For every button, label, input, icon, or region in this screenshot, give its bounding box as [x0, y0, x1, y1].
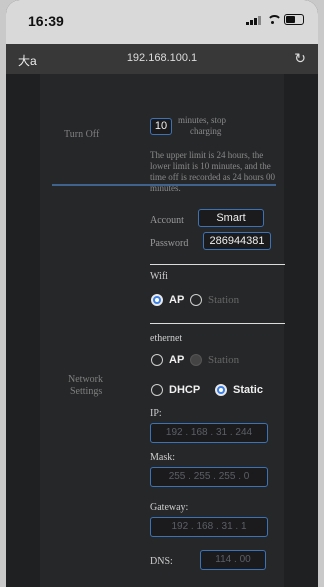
browser-address-bar[interactable]: 大a 192.168.100.1 ↻	[6, 44, 318, 74]
turn-off-label: Turn Off	[64, 129, 100, 140]
divider	[150, 264, 285, 265]
network-settings-label-line2: Settings	[70, 386, 103, 397]
wifi-ap-radio[interactable]	[151, 294, 163, 306]
phone-screen: 16:39 大a 192.168.100.1 ↻ Turn Off 10 min…	[6, 0, 318, 587]
turn-off-minutes-input[interactable]: 10	[150, 118, 172, 135]
gateway-input[interactable]: 192 . 168 . 31 . 1	[150, 517, 268, 537]
ip-input[interactable]: 192 . 168 . 31 . 244	[150, 423, 268, 443]
turn-off-desc-line1: minutes, stop	[178, 115, 227, 125]
password-input[interactable]: 286944381	[203, 232, 271, 250]
turn-off-note: The upper limit is 24 hours, the lower l…	[150, 150, 280, 194]
account-input[interactable]: Smart	[198, 209, 264, 227]
account-label: Account	[150, 215, 184, 226]
static-radio[interactable]	[215, 384, 227, 396]
static-label: Static	[233, 384, 263, 396]
section-divider	[52, 184, 276, 186]
ethernet-station-label: Station	[208, 354, 240, 366]
wifi-station-radio[interactable]	[190, 294, 202, 306]
gateway-label: Gateway:	[150, 502, 189, 513]
status-time: 16:39	[28, 13, 64, 29]
mask-input[interactable]: 255 . 255 . 255 . 0	[150, 467, 268, 487]
turn-off-note-line: lower limit is 10 minutes, and the	[150, 161, 271, 171]
dhcp-label: DHCP	[169, 384, 201, 396]
dns-input[interactable]: 114 . 00	[200, 550, 266, 570]
ethernet-station-radio[interactable]	[190, 354, 202, 366]
turn-off-note-line: time off is recorded as 24 hours 00	[150, 172, 276, 182]
wifi-ap-label: AP	[169, 294, 185, 306]
wifi-icon	[266, 14, 282, 25]
cellular-signal-icon	[246, 15, 261, 25]
ip-label: IP:	[150, 408, 162, 419]
turn-off-desc-line2: charging	[190, 126, 222, 136]
status-bar: 16:39	[6, 0, 318, 44]
wifi-station-label: Station	[208, 294, 240, 306]
ethernet-title: ethernet	[150, 333, 183, 344]
url-text[interactable]: 192.168.100.1	[6, 52, 318, 64]
status-icons	[246, 14, 304, 25]
password-label: Password	[150, 238, 189, 249]
wifi-title: Wifi	[150, 271, 168, 282]
ethernet-ap-label: AP	[169, 354, 185, 366]
divider	[150, 323, 285, 324]
network-settings-label-line1: Network	[68, 374, 103, 385]
mask-label: Mask:	[150, 452, 175, 463]
battery-icon	[284, 14, 304, 25]
dhcp-radio[interactable]	[151, 384, 163, 396]
settings-panel: Turn Off 10 minutes, stop charging The u…	[40, 74, 285, 587]
dns-label: DNS:	[150, 556, 173, 567]
ethernet-ap-radio[interactable]	[151, 354, 163, 366]
reload-icon[interactable]: ↻	[294, 50, 306, 67]
turn-off-note-line: The upper limit is 24 hours, the	[150, 150, 264, 160]
